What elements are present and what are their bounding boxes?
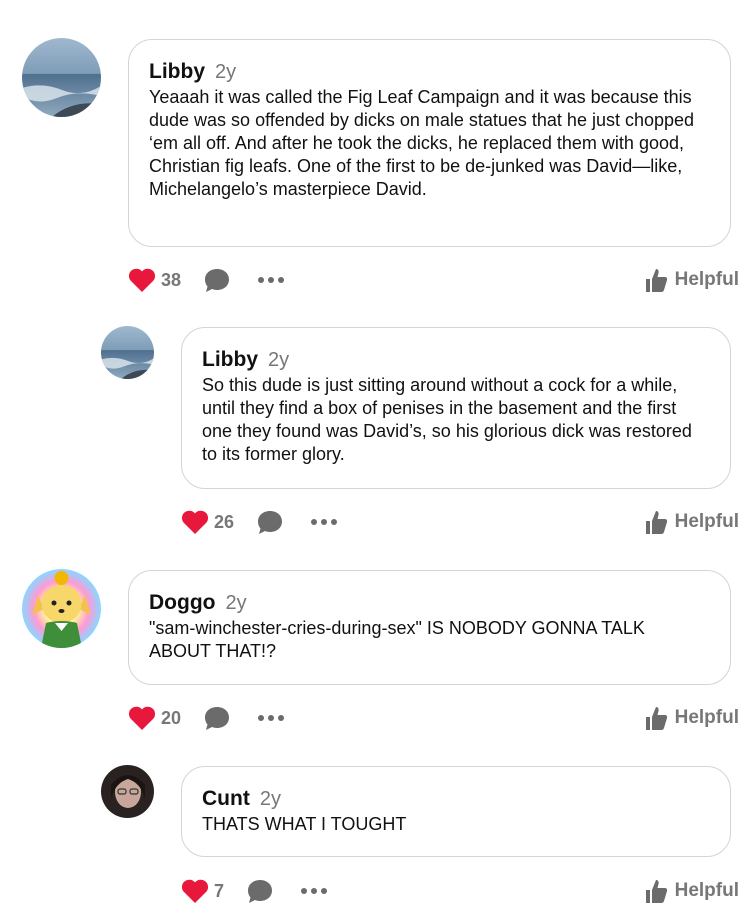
helpful-label: Helpful xyxy=(674,880,739,901)
person-photo-icon xyxy=(101,765,154,818)
comment-text: THATS WHAT I TOUGHT xyxy=(202,814,407,834)
like-count: 7 xyxy=(214,880,225,901)
helpful-button[interactable]: Helpful xyxy=(643,877,739,905)
heart-icon xyxy=(181,879,209,903)
comment-actions: 7 Helpful xyxy=(181,874,755,908)
thumbs-up-icon xyxy=(645,880,667,903)
more-options-button[interactable] xyxy=(300,887,328,895)
author-name[interactable]: Cunt xyxy=(202,787,250,811)
reply-button[interactable] xyxy=(246,878,274,904)
comment-4: Cunt 2y THATS WHAT I TOUGHT 7 Helpful xyxy=(0,0,755,921)
comment-age: 2y xyxy=(259,788,281,810)
ellipsis-icon xyxy=(301,888,328,894)
comment-bubble: Cunt 2y THATS WHAT I TOUGHT xyxy=(181,766,731,857)
speech-bubble-icon xyxy=(248,880,273,903)
avatar-cunt[interactable] xyxy=(101,765,154,818)
like-button[interactable]: 7 xyxy=(181,878,224,904)
